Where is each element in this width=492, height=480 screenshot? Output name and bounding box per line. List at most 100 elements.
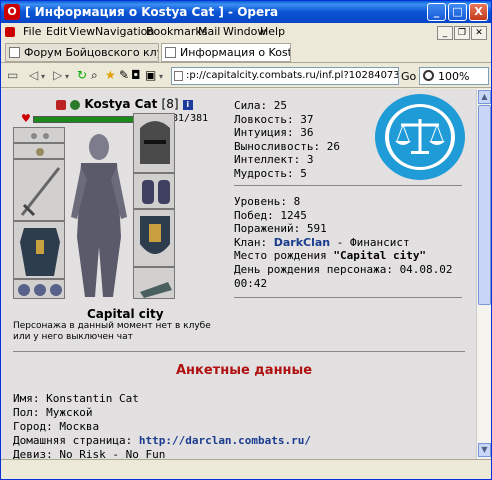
- info-birthplace: Место рождения "Capital city": [234, 249, 474, 263]
- menu-help[interactable]: Help: [260, 25, 285, 38]
- amulet-slot[interactable]: [13, 143, 65, 159]
- stat-intellect: Интеллект: 3: [234, 153, 314, 166]
- profile-motto: Девиз: No Risk - No Fun: [13, 448, 166, 459]
- earrings-slot[interactable]: [13, 127, 65, 143]
- profile-name: Имя: Konstantin Cat: [13, 392, 139, 405]
- maximize-button[interactable]: □: [448, 3, 467, 21]
- back-icon[interactable]: ◁: [29, 68, 38, 82]
- tab-forum[interactable]: Форум Бойцовского клу...: [5, 43, 159, 62]
- divider: [234, 185, 462, 186]
- back-menu-icon[interactable]: ▾: [41, 72, 45, 81]
- page-content: Kostya Cat [8] i ♥ 381/381 Capital city …: [1, 89, 476, 459]
- offline-note: Персонажа в данный момент нет в клубе ил…: [13, 321, 211, 342]
- homepage-link[interactable]: http://darclan.combats.ru/: [139, 434, 311, 447]
- tab-label: Форум Бойцовского клу...: [24, 46, 159, 59]
- wand-icon[interactable]: ✎: [119, 68, 129, 82]
- menu-file[interactable]: File: [23, 25, 41, 38]
- scroll-down-icon[interactable]: ▼: [478, 443, 491, 457]
- page-icon: [174, 71, 183, 81]
- stat-intuition: Интуиция: 36: [234, 126, 314, 139]
- character-header: Kostya Cat [8] i: [56, 97, 193, 111]
- address-field[interactable]: :p://capitalcity.combats.ru/inf.pl?10284…: [171, 67, 399, 85]
- info-wins: Побед: 1245: [234, 208, 307, 222]
- scroll-up-icon[interactable]: ▲: [478, 90, 491, 104]
- clan-link[interactable]: DarkClan: [274, 236, 330, 249]
- character-avatar[interactable]: [67, 127, 131, 299]
- helmet-slot[interactable]: [133, 113, 175, 173]
- mdi-restore-button[interactable]: ❐: [454, 26, 470, 40]
- stat-agility: Ловкость: 37: [234, 112, 314, 126]
- zoom-field[interactable]: 100%: [419, 67, 489, 85]
- tab-label: Информация о Kostya Cat: [180, 46, 290, 59]
- menu-bar: File Edit View Navigation Bookmarks Mail…: [1, 23, 491, 41]
- forward-icon[interactable]: ▷: [53, 68, 62, 82]
- address-toolbar: ▭ ◁ ▾ ▷ ▾ ↻ ⌕ ★ ✎ ◘ ▣ ▾ :p://capitalcity…: [1, 64, 491, 88]
- info-clan: Клан: DarkClan - Финансист: [234, 236, 474, 250]
- bookmark-star-icon[interactable]: ★: [105, 68, 116, 82]
- opera-logo-icon: O: [4, 4, 20, 20]
- scales-icon: [395, 119, 445, 154]
- forward-menu-icon[interactable]: ▾: [65, 72, 69, 81]
- page-icon: [165, 47, 176, 58]
- search-icon[interactable]: ⌕: [91, 68, 98, 83]
- alignment-emblem: [375, 94, 465, 180]
- profile-gender: Пол: Мужской: [13, 406, 93, 419]
- mdi-minimize-button[interactable]: _: [437, 26, 453, 40]
- divider: [234, 297, 462, 298]
- scroll-thumb[interactable]: [478, 105, 491, 305]
- stat-endurance: Выносливость: 26: [234, 139, 340, 153]
- mdi-close-button[interactable]: ✕: [471, 26, 487, 40]
- menu-view[interactable]: View: [69, 25, 95, 38]
- rings-slot[interactable]: [13, 279, 65, 299]
- profile-block: Имя: Konstantin Cat Пол: Мужской Город: …: [13, 392, 311, 459]
- gloves-slot[interactable]: [133, 173, 175, 209]
- new-page-icon[interactable]: ▭: [7, 68, 18, 82]
- info-icon[interactable]: i: [182, 99, 193, 110]
- profile-homepage: Домашняя страница: http://darclan.combat…: [13, 434, 311, 448]
- info-birthday: День рождения персонажа: 04.08.02 00:42: [234, 262, 453, 290]
- title-bar[interactable]: O [ Информация о Kostya Cat ] - Opera _ …: [1, 1, 491, 23]
- page-menu-icon[interactable]: [5, 27, 15, 37]
- vertical-scrollbar[interactable]: ▲ ▼: [476, 89, 491, 459]
- close-button[interactable]: X: [469, 3, 488, 21]
- reload-icon[interactable]: ↻: [77, 68, 87, 82]
- info-level: Уровень: 8: [234, 195, 301, 208]
- go-button[interactable]: Go: [401, 70, 416, 83]
- minimize-button[interactable]: _: [427, 3, 446, 21]
- address-text: :p://capitalcity.combats.ru/inf.pl?10284…: [186, 70, 399, 81]
- birthplace-value: "Capital city": [333, 249, 427, 263]
- profile-city: Город: Москва: [13, 420, 100, 433]
- menu-mail[interactable]: Mail: [198, 25, 220, 38]
- window-title: [ Информация о Kostya Cat ] - Opera: [25, 5, 279, 19]
- stat-strength: Сила: 25: [234, 99, 287, 112]
- clan-role: - Финансист: [330, 235, 410, 249]
- page-menu-icon[interactable]: ▾: [159, 72, 163, 81]
- camera-icon[interactable]: ◘: [131, 68, 141, 82]
- page-icon[interactable]: ▣: [145, 68, 156, 82]
- info-losses: Поражений: 591: [234, 222, 327, 236]
- armor-slot[interactable]: [13, 221, 65, 279]
- opera-window: O [ Информация о Kostya Cat ] - Opera _ …: [0, 0, 492, 480]
- page-icon: [9, 47, 20, 58]
- clan-emblem-icon: [70, 99, 81, 110]
- weapon-slot[interactable]: [13, 159, 65, 221]
- clan-label: Клан:: [234, 235, 268, 249]
- status-bar: [1, 459, 491, 479]
- menu-edit[interactable]: Edit: [46, 25, 67, 38]
- zoom-value: 100%: [438, 70, 470, 83]
- birthplace-label: Место рождения: [234, 249, 327, 263]
- info-block: Уровень: 8 Побед: 1245 Поражений: 591 Кл…: [234, 195, 474, 290]
- alignment-badge-icon: [56, 99, 66, 110]
- character-level: [8]: [161, 97, 179, 111]
- homepage-label: Домашняя страница:: [13, 434, 133, 447]
- stats-block: Сила: 25 Ловкость: 37 Интуиция: 36 Вынос…: [234, 99, 340, 180]
- profile-section-title: Анкетные данные: [176, 363, 313, 378]
- stat-wisdom: Мудрость: 5: [234, 166, 307, 180]
- tab-character-info[interactable]: Информация о Kostya Cat: [161, 43, 291, 62]
- magnifier-icon: [423, 70, 434, 81]
- divider: [13, 351, 465, 352]
- shield-slot[interactable]: [133, 209, 175, 267]
- heart-icon: ♥: [21, 112, 31, 125]
- character-city: Capital city: [87, 307, 164, 321]
- boots-slot[interactable]: [133, 267, 175, 299]
